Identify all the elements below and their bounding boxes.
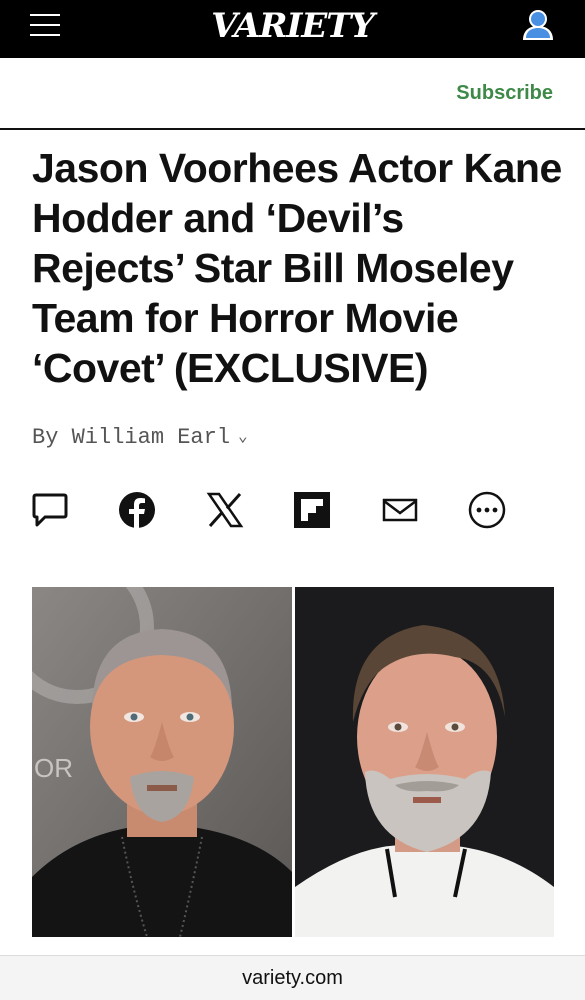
comment-icon[interactable] (30, 488, 70, 532)
variety-logo[interactable]: VARIETY (200, 4, 385, 48)
top-navigation-bar: VARIETY (0, 0, 585, 58)
flipboard-icon[interactable] (292, 488, 332, 532)
url-text[interactable]: variety.com (0, 967, 585, 990)
subscribe-bar: Subscribe (0, 58, 585, 130)
user-account-icon[interactable] (518, 6, 558, 42)
left-portrait-photo: OR (32, 587, 292, 937)
facebook-icon[interactable] (117, 488, 157, 532)
author-byline[interactable]: By William Earl ⌄ (32, 425, 248, 450)
share-toolbar (30, 488, 550, 532)
more-icon[interactable] (467, 488, 507, 532)
email-icon[interactable] (380, 488, 420, 532)
browser-address-bar[interactable]: variety.com (0, 955, 585, 1000)
right-portrait-photo (295, 587, 554, 937)
hamburger-menu-icon[interactable] (30, 12, 62, 38)
svg-text:OR: OR (34, 753, 73, 783)
chevron-down-icon[interactable]: ⌄ (238, 428, 248, 446)
byline-text[interactable]: By William Earl (32, 425, 230, 450)
article-headline: Jason Voorhees Actor Kane Hodder and ‘De… (32, 145, 562, 391)
x-icon[interactable] (205, 488, 245, 532)
subscribe-link[interactable]: Subscribe (456, 82, 553, 105)
